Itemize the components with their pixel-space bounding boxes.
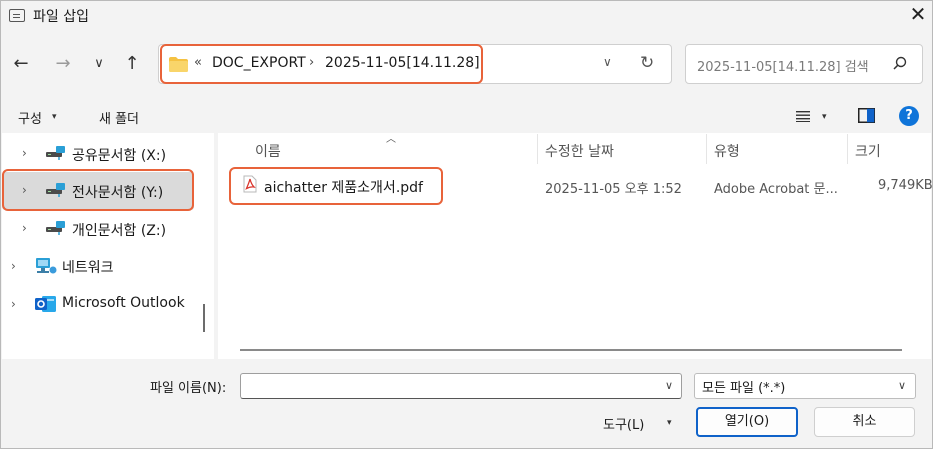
view-options-icon[interactable]: [796, 110, 810, 122]
window-title: 파일 삽입: [33, 9, 89, 25]
tree-item-shared-drive[interactable]: 공유문서함 (X:): [72, 145, 166, 165]
expand-chevron-icon[interactable]: ›: [11, 297, 16, 311]
column-header-name[interactable]: 이름: [255, 141, 281, 161]
back-button[interactable]: ←: [10, 52, 32, 76]
new-folder-button[interactable]: 새 폴더: [99, 108, 139, 127]
network-icon: [36, 258, 57, 274]
recent-locations-button[interactable]: ∨: [88, 52, 110, 76]
tools-button[interactable]: 도구(L): [603, 414, 644, 433]
expand-chevron-icon[interactable]: ›: [22, 221, 27, 235]
organize-caret-icon: ▾: [52, 112, 57, 122]
file-row-highlight: [229, 167, 443, 205]
column-header-size[interactable]: 크기: [855, 141, 881, 161]
outlook-icon: [35, 296, 56, 312]
organize-button[interactable]: 구성: [18, 108, 42, 127]
sort-ascending-icon: ︿: [386, 134, 396, 145]
tree-item-highlight: [2, 169, 194, 211]
column-divider[interactable]: [706, 134, 707, 164]
horizontal-scrollbar[interactable]: [240, 349, 902, 351]
network-drive-icon: [46, 221, 65, 235]
up-button[interactable]: ↑: [121, 52, 143, 76]
column-header-modified[interactable]: 수정한 날짜: [545, 141, 614, 161]
address-highlight: [160, 44, 483, 84]
navigation-scrollbar[interactable]: [203, 304, 205, 332]
close-icon[interactable]: ✕: [906, 2, 930, 26]
filename-dropdown-icon[interactable]: ∨: [665, 379, 673, 392]
search-input[interactable]: 2025-11-05[14.11.28] 검색: [697, 56, 869, 75]
expand-chevron-icon[interactable]: ›: [22, 146, 27, 160]
network-drive-icon: [46, 146, 65, 160]
tree-item-outlook[interactable]: Microsoft Outlook: [62, 295, 185, 311]
search-icon[interactable]: [893, 56, 907, 70]
tools-caret-icon[interactable]: ▾: [667, 418, 672, 428]
navigation-pane[interactable]: [2, 133, 214, 359]
cancel-button[interactable]: 취소: [814, 407, 915, 437]
file-type-cell: Adobe Acrobat 문...: [714, 182, 838, 197]
preview-pane-icon[interactable]: [858, 108, 875, 123]
filename-label: 파일 이름(N):: [150, 381, 227, 396]
tree-item-network[interactable]: 네트워크: [62, 257, 114, 277]
help-icon[interactable]: ?: [899, 106, 919, 126]
column-divider[interactable]: [537, 134, 538, 164]
file-type-dropdown-icon[interactable]: ∨: [898, 379, 906, 392]
filename-input[interactable]: [240, 373, 682, 399]
file-type-value[interactable]: 모든 파일 (*.*): [702, 377, 785, 396]
file-size-cell: 9,749KB: [878, 178, 933, 193]
column-divider[interactable]: [847, 134, 848, 164]
tree-item-personal-drive[interactable]: 개인문서함 (Z:): [72, 220, 166, 240]
dialog-icon: [9, 9, 25, 22]
refresh-icon[interactable]: ↻: [640, 53, 654, 73]
view-options-caret-icon[interactable]: ▾: [822, 112, 827, 122]
open-button[interactable]: 열기(O): [696, 407, 798, 437]
address-dropdown-icon[interactable]: ∨: [603, 55, 612, 69]
forward-button[interactable]: →: [52, 52, 74, 76]
column-header-type[interactable]: 유형: [714, 141, 740, 161]
file-modified-cell: 2025-11-05 오후 1:52: [545, 182, 682, 197]
expand-chevron-icon[interactable]: ›: [11, 259, 16, 273]
